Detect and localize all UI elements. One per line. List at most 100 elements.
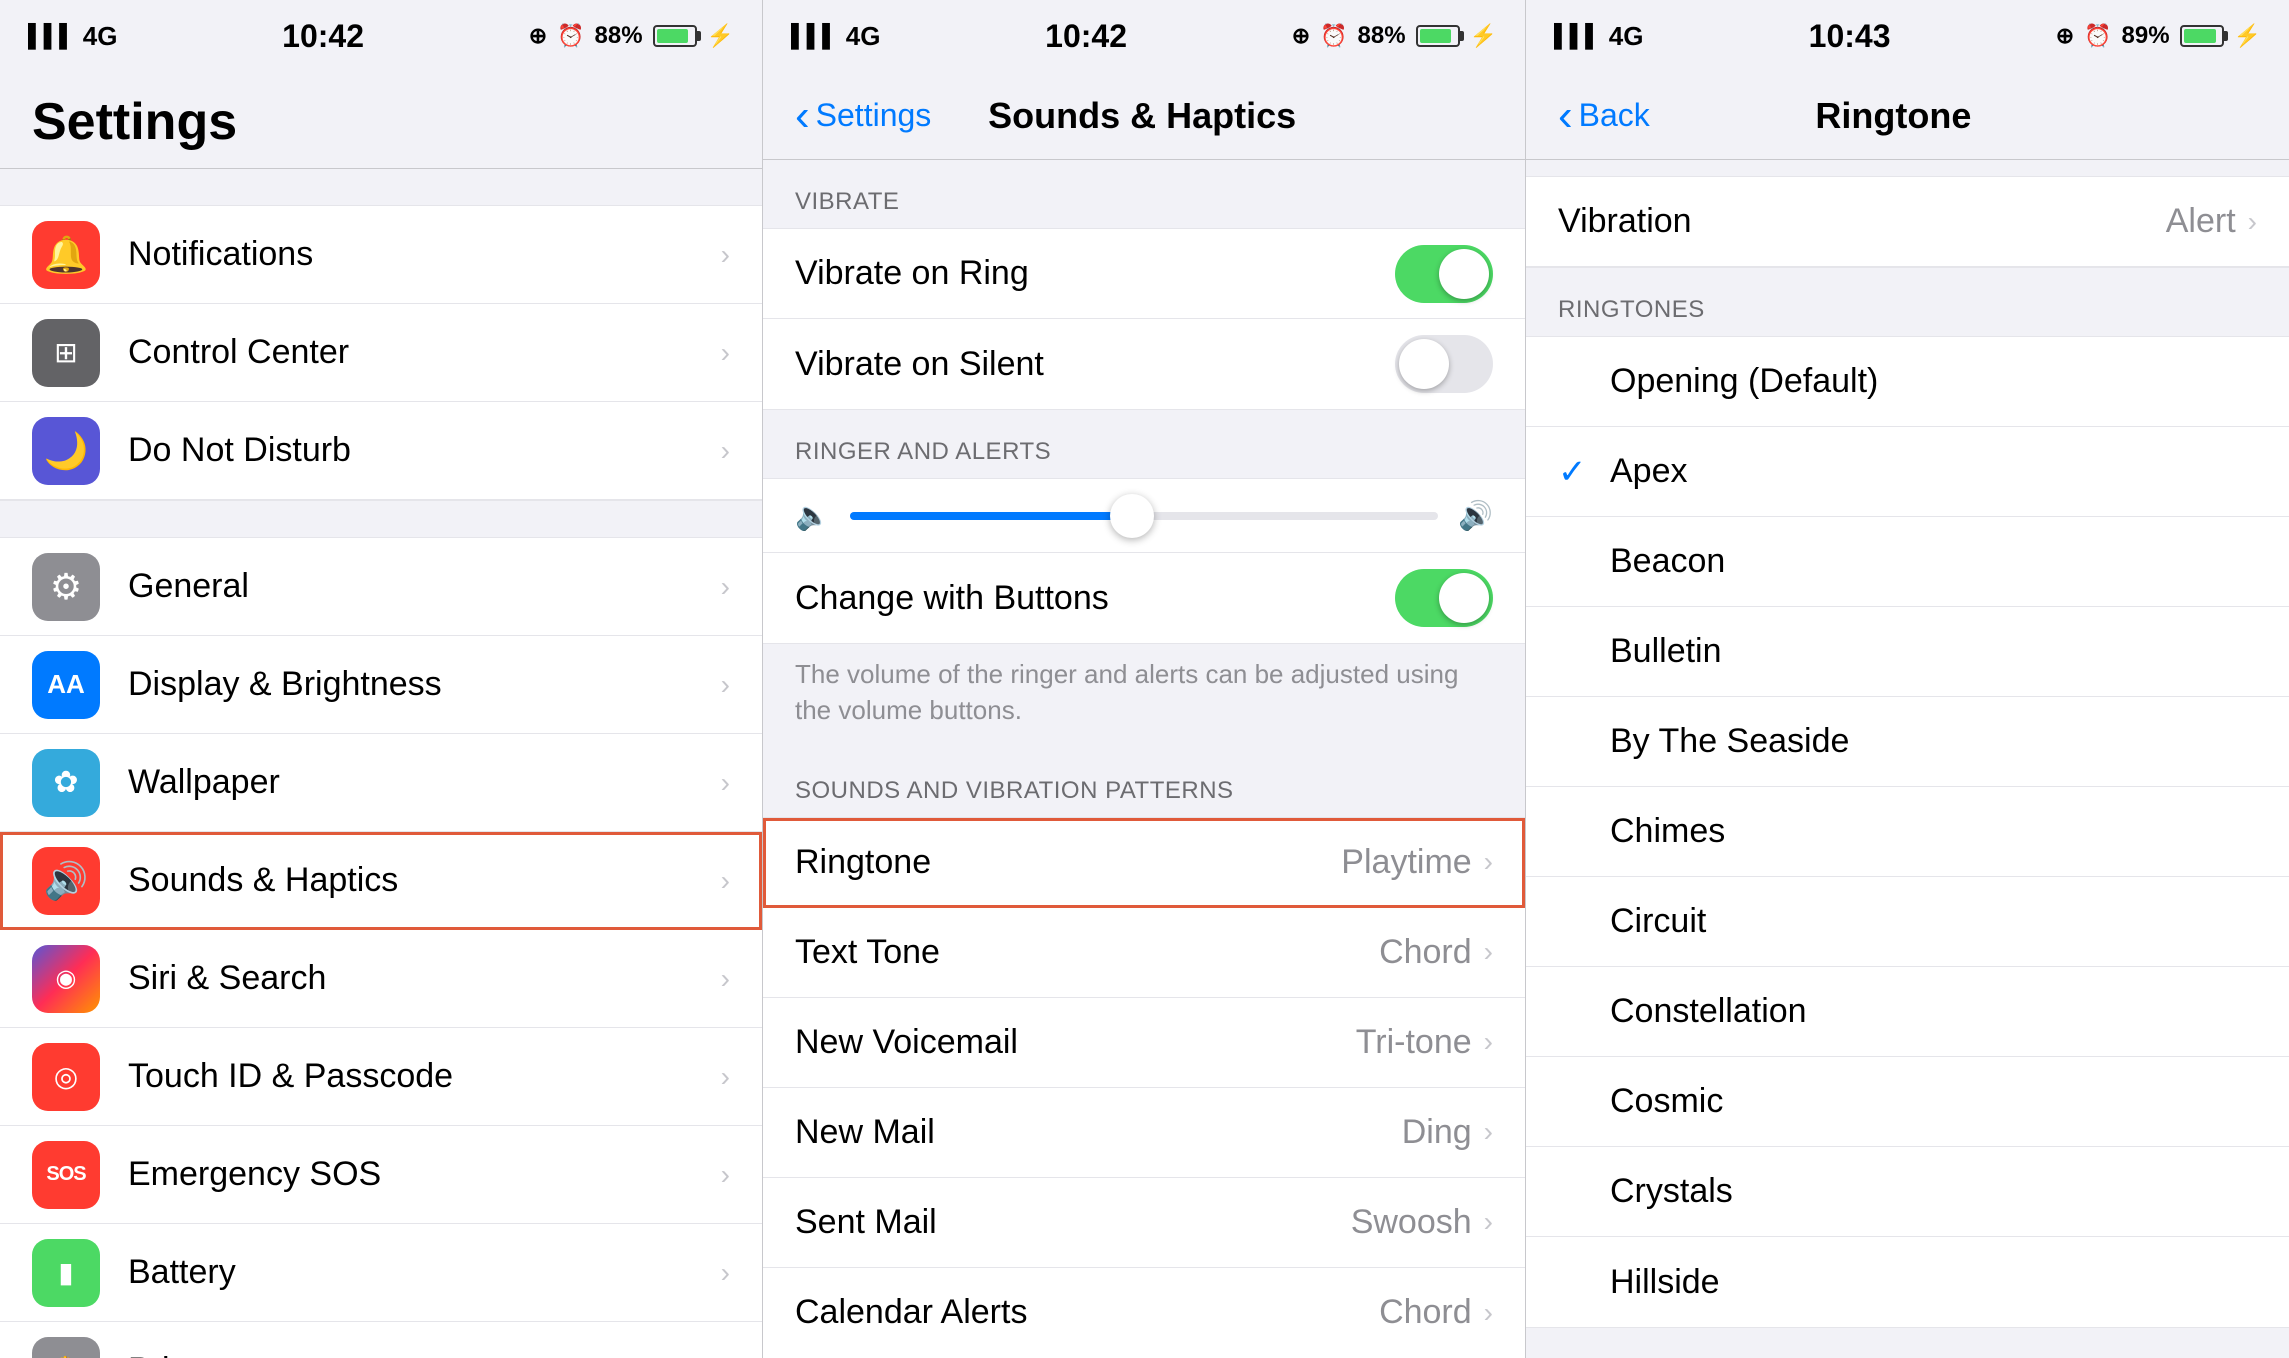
sidebar-item-touchid[interactable]: ◎ Touch ID & Passcode › <box>0 1028 762 1126</box>
sos-chevron: › <box>721 1159 730 1191</box>
sidebar-item-battery[interactable]: ▮ Battery › <box>0 1224 762 1322</box>
ringtone-item-chimes[interactable]: Chimes <box>1526 787 2289 877</box>
ringtone-content: Vibration Alert › RINGTONES Opening (Def… <box>1526 160 2289 1358</box>
text-tone-row[interactable]: Text Tone Chord › <box>763 908 1525 998</box>
sidebar-item-control-center[interactable]: ⊞ Control Center › <box>0 304 762 402</box>
notifications-chevron: › <box>721 239 730 271</box>
siri-icon: ◉ <box>32 945 100 1013</box>
ringtone-item-crystals[interactable]: Crystals <box>1526 1147 2289 1237</box>
vibrate-on-ring-toggle[interactable] <box>1395 245 1493 303</box>
ringtones-group: Opening (Default) ✓ Apex Beacon Bulletin… <box>1526 336 2289 1328</box>
settings-panel: ▌▌▌ 4G 10:42 ⊕ ⏰ 88% ⚡ Settings 🔔 Notifi… <box>0 0 763 1358</box>
location-icon-1: ⊕ <box>529 23 547 49</box>
vibrate-on-silent-row[interactable]: Vibrate on Silent <box>763 319 1525 409</box>
location-icon-3: ⊕ <box>2056 23 2074 49</box>
sidebar-item-display[interactable]: AA Display & Brightness › <box>0 636 762 734</box>
ringtone-item-apex[interactable]: ✓ Apex <box>1526 427 2289 517</box>
ringtone-check-apex: ✓ <box>1558 452 1598 492</box>
vibrate-on-ring-row[interactable]: Vibrate on Ring <box>763 229 1525 319</box>
new-mail-chevron: › <box>1484 1116 1493 1148</box>
ringtone-item-hillside[interactable]: Hillside <box>1526 1237 2289 1327</box>
ringtone-item-constellation[interactable]: Constellation <box>1526 967 2289 1057</box>
change-with-buttons-toggle[interactable] <box>1395 569 1493 627</box>
sos-label: Emergency SOS <box>128 1155 713 1194</box>
sidebar-item-privacy[interactable]: ✋ Privacy › <box>0 1322 762 1358</box>
ringtone-item-cosmic[interactable]: Cosmic <box>1526 1057 2289 1147</box>
vibration-row[interactable]: Vibration Alert › <box>1526 177 2289 267</box>
location-icon-2: ⊕ <box>1292 23 1310 49</box>
status-bar-2: ▌▌▌ 4G 10:42 ⊕ ⏰ 88% ⚡ <box>763 0 1525 72</box>
ringtone-nav-bar: ‹ Back Ringtone <box>1526 72 2289 160</box>
sidebar-item-do-not-disturb[interactable]: 🌙 Do Not Disturb › <box>0 402 762 500</box>
patterns-group: Ringtone Playtime › Text Tone Chord › Ne… <box>763 817 1525 1358</box>
back-arrow-2: ‹ <box>795 91 810 141</box>
ringtone-label-apex: Apex <box>1610 452 2257 491</box>
sent-mail-row[interactable]: Sent Mail Swoosh › <box>763 1178 1525 1268</box>
signal-bars-2: ▌▌▌ <box>791 23 838 49</box>
settings-list: 🔔 Notifications › ⊞ Control Center › 🌙 D… <box>0 169 762 1358</box>
vibration-chevron: › <box>2248 206 2257 238</box>
charging-icon-3: ⚡ <box>2234 23 2261 49</box>
sidebar-item-general[interactable]: ⚙ General › <box>0 538 762 636</box>
siri-chevron: › <box>721 963 730 995</box>
signal-bars-1: ▌▌▌ <box>28 23 75 49</box>
ringtone-value: Playtime <box>1341 843 1471 882</box>
status-bar-1: ▌▌▌ 4G 10:42 ⊕ ⏰ 88% ⚡ <box>0 0 762 72</box>
vibrate-group: Vibrate on Ring Vibrate on Silent <box>763 228 1525 410</box>
ringtone-item-bulletin[interactable]: Bulletin <box>1526 607 2289 697</box>
network-type-2: 4G <box>846 21 881 52</box>
new-mail-label: New Mail <box>795 1113 1402 1152</box>
siri-label: Siri & Search <box>128 959 713 998</box>
change-with-buttons-help: The volume of the ringer and alerts can … <box>763 644 1525 749</box>
new-voicemail-row[interactable]: New Voicemail Tri-tone › <box>763 998 1525 1088</box>
ringtone-chevron: › <box>1484 846 1493 878</box>
display-chevron: › <box>721 669 730 701</box>
battery-pct-3: 89% <box>2122 22 2170 50</box>
sounds-chevron: › <box>721 865 730 897</box>
ringtone-item-circuit[interactable]: Circuit <box>1526 877 2289 967</box>
section-1: 🔔 Notifications › ⊞ Control Center › 🌙 D… <box>0 205 762 501</box>
sidebar-item-notifications[interactable]: 🔔 Notifications › <box>0 206 762 304</box>
charging-icon-1: ⚡ <box>707 23 734 49</box>
general-label: General <box>128 567 713 606</box>
display-icon: AA <box>32 651 100 719</box>
ringer-slider-thumb[interactable] <box>1110 494 1154 538</box>
ringtone-item-beacon[interactable]: Beacon <box>1526 517 2289 607</box>
new-mail-value: Ding <box>1402 1113 1472 1152</box>
back-label-2: Settings <box>816 97 932 134</box>
change-with-buttons-label: Change with Buttons <box>795 579 1395 618</box>
sidebar-item-sos[interactable]: SOS Emergency SOS › <box>0 1126 762 1224</box>
control-center-icon: ⊞ <box>32 319 100 387</box>
ringtone-label-constellation: Constellation <box>1610 992 2257 1031</box>
notifications-icon: 🔔 <box>32 221 100 289</box>
sounds-nav-bar: ‹ Settings Sounds & Haptics <box>763 72 1525 160</box>
wallpaper-icon: ✿ <box>32 749 100 817</box>
ringtone-back-button[interactable]: ‹ Back <box>1558 91 1650 141</box>
ringtone-row[interactable]: Ringtone Playtime › <box>763 818 1525 908</box>
status-bar-3: ▌▌▌ 4G 10:43 ⊕ ⏰ 89% ⚡ <box>1526 0 2289 72</box>
calendar-alerts-label: Calendar Alerts <box>795 1293 1379 1332</box>
ringtone-label-opening: Opening (Default) <box>1610 362 2257 401</box>
sidebar-item-wallpaper[interactable]: ✿ Wallpaper › <box>0 734 762 832</box>
vibrate-on-silent-toggle[interactable] <box>1395 335 1493 393</box>
sidebar-item-sounds[interactable]: 🔊 Sounds & Haptics › <box>0 832 762 930</box>
new-mail-row[interactable]: New Mail Ding › <box>763 1088 1525 1178</box>
speaker-high-icon: 🔊 <box>1458 499 1493 532</box>
time-1: 10:42 <box>282 18 364 55</box>
ringer-slider-track[interactable] <box>850 512 1438 520</box>
ringtone-item-by-the-seaside[interactable]: By The Seaside <box>1526 697 2289 787</box>
change-with-buttons-row[interactable]: Change with Buttons <box>763 553 1525 643</box>
sidebar-item-siri[interactable]: ◉ Siri & Search › <box>0 930 762 1028</box>
ringtone-title: Ringtone <box>1650 95 2137 137</box>
charging-icon-2: ⚡ <box>1470 23 1497 49</box>
ringtones-section-header: RINGTONES <box>1526 268 2289 336</box>
new-voicemail-label: New Voicemail <box>795 1023 1356 1062</box>
ringtone-item-opening[interactable]: Opening (Default) <box>1526 337 2289 427</box>
vibrate-on-ring-label: Vibrate on Ring <box>795 254 1395 293</box>
back-label-3: Back <box>1579 97 1650 134</box>
battery-chevron: › <box>721 1257 730 1289</box>
calendar-alerts-row[interactable]: Calendar Alerts Chord › <box>763 1268 1525 1358</box>
control-center-label: Control Center <box>128 333 713 372</box>
speaker-low-icon: 🔈 <box>795 499 830 532</box>
sounds-back-button[interactable]: ‹ Settings <box>795 91 931 141</box>
